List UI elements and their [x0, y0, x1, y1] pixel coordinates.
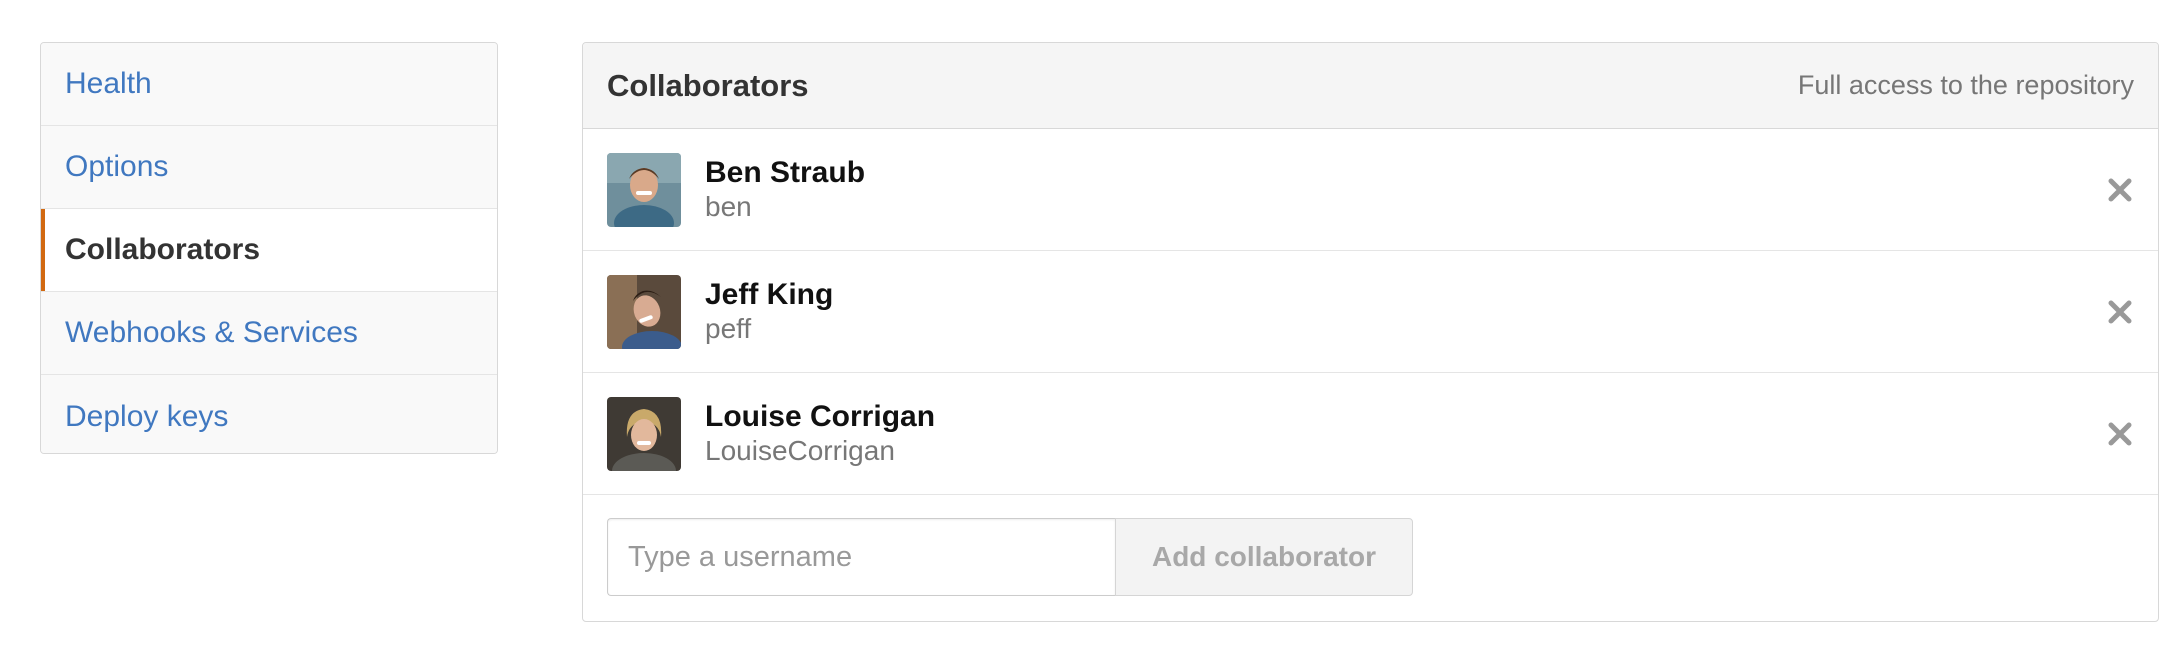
add-collaborator-button[interactable]: Add collaborator: [1115, 518, 1413, 596]
collaborator-login: peff: [705, 312, 752, 344]
avatar[interactable]: [607, 152, 681, 227]
close-icon: [2108, 422, 2132, 445]
repository-settings-page: Health Options Collaborators Webhooks & …: [0, 0, 2180, 656]
close-icon: [2108, 300, 2132, 323]
avatar[interactable]: [607, 274, 681, 349]
sidebar-item-label: Collaborators: [65, 233, 261, 266]
collaborator-name[interactable]: Jeff King: [705, 278, 833, 312]
settings-sidebar: Health Options Collaborators Webhooks & …: [40, 42, 498, 454]
sidebar-item-label: Deploy keys: [65, 399, 229, 433]
collaborator-row: Ben Straub ben: [583, 129, 2158, 251]
add-collaborator-form: Add collaborator: [583, 495, 2158, 619]
sidebar-item-label: Health: [65, 67, 152, 100]
remove-collaborator-button[interactable]: [2106, 176, 2134, 204]
sidebar-item-label: Options: [65, 150, 169, 183]
collaborator-info: Ben Straub ben: [705, 156, 865, 224]
collaborator-info: Jeff King peff: [705, 278, 833, 346]
collaborator-name[interactable]: Ben Straub: [705, 156, 865, 190]
remove-collaborator-button[interactable]: [2106, 298, 2134, 326]
remove-collaborator-button[interactable]: [2106, 420, 2134, 448]
collaborator-row: Louise Corrigan LouiseCorrigan: [583, 373, 2158, 495]
panel-title: Collaborators: [607, 67, 809, 103]
collaborator-info: Louise Corrigan LouiseCorrigan: [705, 400, 935, 468]
panel-header: Collaborators Full access to the reposit…: [583, 43, 2158, 129]
sidebar-item-deploy-keys[interactable]: Deploy keys: [41, 375, 497, 453]
close-icon: [2108, 178, 2132, 201]
sidebar-item-collaborators[interactable]: Collaborators: [41, 209, 497, 292]
sidebar-item-health[interactable]: Health: [41, 43, 497, 126]
sidebar-item-options[interactable]: Options: [41, 126, 497, 209]
avatar[interactable]: [607, 396, 681, 471]
panel-note: Full access to the repository: [1797, 70, 2134, 100]
collaborator-login: LouiseCorrigan: [705, 434, 895, 466]
collaborator-login: ben: [705, 190, 752, 222]
collaborator-row: Jeff King peff: [583, 251, 2158, 373]
sidebar-item-label: Webhooks & Services: [65, 316, 358, 349]
sidebar-item-webhooks-services[interactable]: Webhooks & Services: [41, 292, 497, 375]
collaborators-panel: Collaborators Full access to the reposit…: [582, 42, 2159, 622]
username-input[interactable]: [607, 518, 1115, 596]
collaborator-name[interactable]: Louise Corrigan: [705, 400, 935, 434]
